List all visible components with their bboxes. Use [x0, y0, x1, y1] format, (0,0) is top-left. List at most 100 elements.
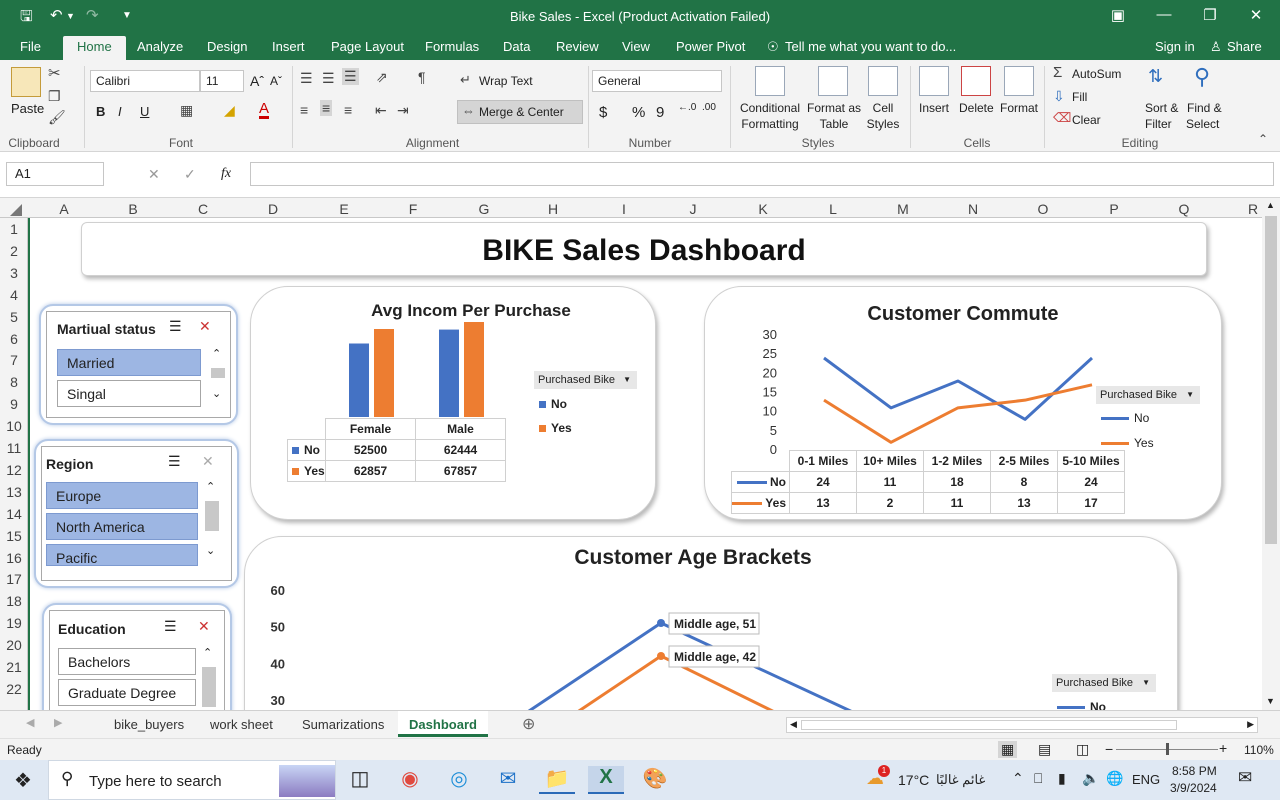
increase-indent-icon[interactable]: ⇥	[397, 102, 409, 119]
fill-color-icon[interactable]: ◢	[224, 102, 235, 119]
sign-in-link[interactable]: Sign in	[1155, 39, 1195, 54]
new-sheet-icon[interactable]: ⊕	[522, 714, 535, 734]
taskbar-search-input[interactable]: Type here to search	[89, 773, 222, 790]
insert-cells-button[interactable]: Insert	[919, 101, 949, 115]
column-header-q[interactable]: Q	[1164, 201, 1204, 217]
scroll-thumb[interactable]	[202, 667, 216, 707]
increase-font-icon[interactable]: Aˆ	[250, 73, 264, 89]
column-header-n[interactable]: N	[953, 201, 993, 217]
bold-button[interactable]: B	[96, 104, 105, 119]
row-header-19[interactable]: 19	[0, 615, 28, 631]
row-header-8[interactable]: 8	[0, 374, 28, 390]
column-header-h[interactable]: H	[533, 201, 573, 217]
normal-view-icon[interactable]: ▦	[998, 741, 1018, 758]
paint-icon[interactable]: 🎨	[637, 766, 673, 794]
column-header-c[interactable]: C	[183, 201, 223, 217]
slicer-item-north-america[interactable]: North America	[46, 513, 198, 540]
row-header-17[interactable]: 17	[0, 571, 28, 587]
zoom-out-icon[interactable]: −	[1105, 741, 1113, 757]
multi-select-icon[interactable]: ☰	[164, 618, 177, 635]
column-header-p[interactable]: P	[1094, 201, 1134, 217]
row-header-11[interactable]: 11	[0, 440, 28, 456]
align-middle-icon[interactable]: ☰	[322, 70, 335, 87]
task-view-icon[interactable]: ◫	[342, 766, 378, 794]
page-layout-view-icon[interactable]: ▤	[1038, 741, 1051, 758]
align-right-icon[interactable]: ≡	[344, 102, 352, 118]
notifications-icon[interactable]: ✉	[1238, 768, 1252, 788]
cancel-icon[interactable]: ✕	[148, 166, 160, 183]
row-header-20[interactable]: 20	[0, 637, 28, 653]
sort-filter-label2[interactable]: Filter	[1145, 117, 1172, 131]
tab-home[interactable]: Home	[63, 36, 126, 60]
slicer-scrollbar[interactable]: ⌃	[200, 647, 218, 710]
tab-review[interactable]: Review	[556, 39, 599, 54]
slicer-item-bachelors[interactable]: Bachelors	[58, 648, 196, 675]
zoom-in-icon[interactable]: +	[1219, 740, 1227, 756]
copy-icon[interactable]: ❐	[48, 88, 61, 105]
text-direction-icon[interactable]: ¶	[418, 69, 426, 85]
autosum-button[interactable]: AutoSum	[1072, 67, 1121, 81]
column-header-o[interactable]: O	[1023, 201, 1063, 217]
format-as-table-icon[interactable]	[818, 66, 848, 96]
legend-filter-button[interactable]: Purchased Bike ▼	[1096, 386, 1200, 404]
cell-styles-label2[interactable]: Styles	[862, 117, 904, 131]
comma-button[interactable]: 9	[656, 104, 664, 121]
tab-design[interactable]: Design	[207, 39, 247, 54]
avg-income-chart-card[interactable]: Avg Incom Per Purchase Female Male No 52…	[250, 286, 656, 520]
sheet-tab-dashboard[interactable]: Dashboard	[398, 711, 488, 737]
conditional-formatting-label1[interactable]: Conditional	[738, 101, 802, 115]
weather-temp[interactable]: 17°C	[898, 772, 929, 788]
multi-select-icon[interactable]: ☰	[168, 453, 181, 470]
column-header-d[interactable]: D	[253, 201, 293, 217]
tab-page-layout[interactable]: Page Layout	[331, 39, 404, 54]
font-size-select[interactable]: 11	[200, 70, 244, 92]
zoom-slider-thumb[interactable]	[1166, 743, 1169, 755]
scroll-up-icon[interactable]: ⌃	[206, 480, 215, 493]
decrease-font-icon[interactable]: Aˇ	[270, 74, 282, 88]
insert-cells-icon[interactable]	[919, 66, 949, 96]
tab-analyze[interactable]: Analyze	[137, 39, 183, 54]
cut-icon[interactable]: ✂	[48, 64, 61, 82]
column-header-f[interactable]: F	[393, 201, 433, 217]
zoom-level[interactable]: 110%	[1244, 743, 1274, 757]
enter-icon[interactable]: ✓	[184, 166, 196, 183]
dashboard-sheet[interactable]: BIKE Sales Dashboard Martiual status ☰ ✕…	[28, 218, 1262, 710]
taskbar-search-box[interactable]: ⚲ Type here to search	[48, 760, 336, 800]
wrap-text-button[interactable]: Wrap Text	[479, 74, 533, 88]
column-header-a[interactable]: A	[44, 201, 84, 217]
minimize-icon[interactable]: —	[1154, 6, 1174, 23]
scroll-thumb[interactable]	[211, 368, 225, 378]
tab-data[interactable]: Data	[503, 39, 530, 54]
row-header-16[interactable]: 16	[0, 550, 28, 566]
battery-icon[interactable]: ▮	[1058, 770, 1066, 787]
slicer-item-europe[interactable]: Europe	[46, 482, 198, 509]
row-header-4[interactable]: 4	[0, 287, 28, 303]
row-header-15[interactable]: 15	[0, 528, 28, 544]
tell-me-box[interactable]: Tell me what you want to do...	[785, 39, 956, 54]
decrease-decimal-icon[interactable]: .00	[702, 102, 716, 113]
file-explorer-icon[interactable]: 📁	[539, 766, 575, 794]
clock-time[interactable]: 8:58 PM	[1172, 764, 1217, 778]
delete-cells-button[interactable]: Delete	[959, 101, 994, 115]
slicer-item-graduate-degree[interactable]: Graduate Degree	[58, 679, 196, 706]
excel-taskbar-icon[interactable]: X	[588, 766, 624, 794]
edge-icon[interactable]: ◎	[441, 766, 477, 794]
row-header-9[interactable]: 9	[0, 396, 28, 412]
commute-chart-card[interactable]: Customer Commute 0 5 10 15 20 25 30 0-1 Miles …	[704, 286, 1222, 520]
align-bottom-icon[interactable]: ☰	[342, 68, 359, 85]
fill-button[interactable]: Fill	[1072, 90, 1087, 104]
row-header-22[interactable]: 22	[0, 681, 28, 697]
align-left-icon[interactable]: ≡	[300, 102, 308, 118]
sort-filter-icon[interactable]: ⇅	[1148, 66, 1163, 87]
page-break-view-icon[interactable]: ◫	[1076, 741, 1089, 758]
column-header-l[interactable]: L	[813, 201, 853, 217]
row-header-21[interactable]: 21	[0, 659, 28, 675]
increase-decimal-icon[interactable]: ←.0	[678, 102, 696, 113]
mail-icon[interactable]: ✉	[490, 766, 526, 794]
slicer-item-pacific[interactable]: Pacific	[46, 544, 198, 566]
format-painter-icon[interactable]: 🖌	[48, 109, 66, 126]
conditional-formatting-label2[interactable]: Formatting	[735, 117, 805, 131]
tray-chevron-icon[interactable]: ⌃	[1012, 770, 1024, 787]
tab-scroll-left-icon[interactable]: ◀	[26, 716, 34, 729]
underline-button[interactable]: U	[140, 104, 149, 119]
